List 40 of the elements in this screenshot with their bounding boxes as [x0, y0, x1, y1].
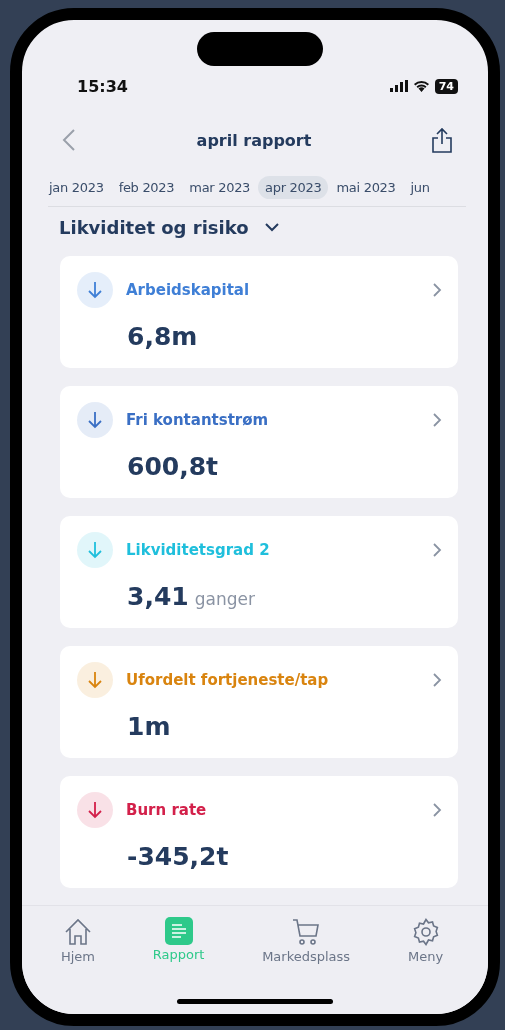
month-tab[interactable]: jan 2023 — [42, 176, 111, 199]
tab-bar-item[interactable]: Meny — [401, 916, 450, 965]
month-tab[interactable]: apr 2023 — [258, 176, 329, 199]
metric-title: Burn rate — [126, 801, 208, 819]
document-icon — [164, 917, 193, 945]
metric-card[interactable]: Arbeidskapital 6,8m — [60, 256, 458, 368]
chevron-right-icon — [433, 283, 442, 297]
metric-title: Ufordelt fortjeneste/tap — [126, 671, 330, 689]
month-tab[interactable]: mar 2023 — [182, 176, 258, 199]
cart-icon — [291, 917, 322, 947]
metric-card[interactable]: Burn rate -345,2t — [60, 776, 458, 888]
wifi-icon — [412, 80, 430, 92]
chevron-right-icon — [433, 803, 442, 817]
month-tab[interactable]: mai 2023 — [329, 176, 403, 199]
battery-level: 74 — [434, 78, 458, 94]
metric-title: Fri kontantstrøm — [126, 411, 270, 429]
section-title: Likviditet og risiko — [59, 217, 249, 238]
section-dropdown[interactable]: Likviditet og risiko — [22, 207, 488, 238]
signal-icon — [389, 80, 408, 92]
metric-value: 1m — [127, 712, 171, 741]
chevron-right-icon — [433, 413, 442, 427]
metric-value: -345,2t — [127, 842, 229, 871]
metric-card[interactable]: Ufordelt fortjeneste/tap 1m — [60, 646, 458, 758]
metric-card[interactable]: Fri kontantstrøm 600,8t — [60, 386, 458, 498]
status-time: 15:34 — [77, 76, 128, 96]
metric-value: 600,8t — [127, 452, 219, 481]
month-tab[interactable]: feb 2023 — [111, 176, 182, 199]
metric-value: 6,8m — [127, 322, 198, 351]
metric-card[interactable]: Likviditetsgrad 2 3,41 ganger — [60, 516, 458, 628]
metric-title: Likviditetsgrad 2 — [126, 541, 271, 559]
metric-value: 3,41 — [127, 582, 189, 611]
tab-bar-item[interactable]: Hjem — [54, 916, 101, 965]
tab-bar-item[interactable]: Markedsplass — [256, 916, 357, 965]
metric-unit: ganger — [194, 589, 255, 609]
metric-title: Arbeidskapital — [126, 281, 251, 299]
chevron-right-icon — [433, 673, 442, 687]
chevron-right-icon — [433, 543, 442, 557]
page-title: april rapport — [196, 130, 312, 150]
month-tab[interactable]: jun — [403, 176, 437, 199]
share-icon[interactable] — [432, 127, 452, 153]
